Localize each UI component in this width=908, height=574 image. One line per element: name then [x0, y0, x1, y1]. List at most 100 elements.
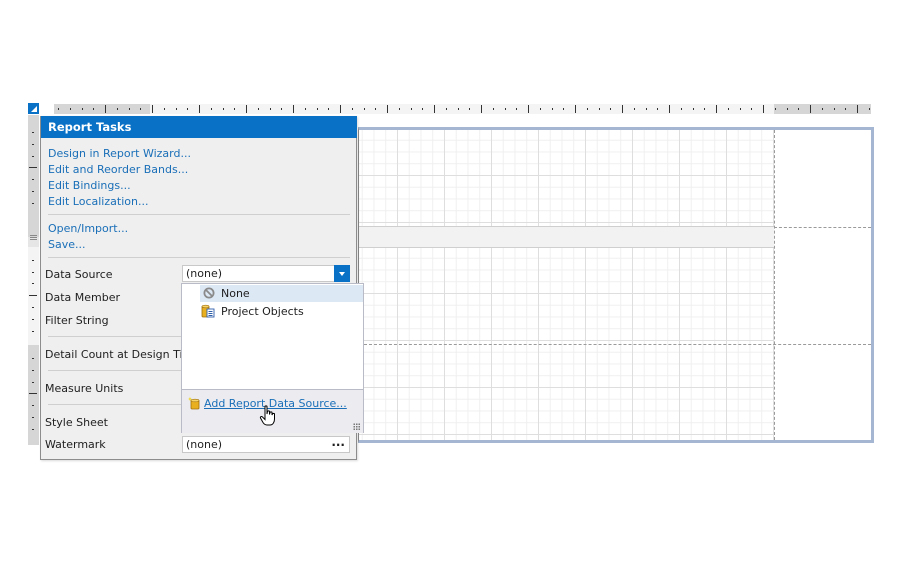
- vertical-ruler: [28, 115, 39, 445]
- ruler-tick: [234, 108, 236, 110]
- ruler-tick: [32, 179, 34, 180]
- ruler-tick: [763, 105, 764, 113]
- chevron-down-icon[interactable]: [334, 265, 350, 282]
- dropdown-item-label: None: [221, 287, 250, 300]
- ruler-tick: [469, 108, 471, 110]
- open-import-link[interactable]: Open/Import...: [48, 222, 128, 235]
- ruler-tick: [32, 382, 34, 383]
- detail-count-label: Detail Count at Design Time: [45, 348, 201, 361]
- dropdown-item-project-objects[interactable]: Project Objects: [200, 303, 363, 320]
- ruler-segment: [28, 345, 39, 445]
- ruler-tick: [704, 108, 706, 110]
- ruler-tick: [481, 105, 482, 113]
- edit-localization-link[interactable]: Edit Localization...: [48, 195, 148, 208]
- ruler-tick: [833, 108, 835, 110]
- ellipsis-button[interactable]: ...: [331, 435, 345, 449]
- ruler-tick: [269, 108, 271, 110]
- ruler-tick: [304, 108, 306, 110]
- ruler-tick: [680, 108, 682, 110]
- ruler-tick: [32, 132, 34, 133]
- ruler-tick: [32, 260, 34, 261]
- ruler-tick: [387, 105, 388, 113]
- band-grid-top[interactable]: [359, 130, 774, 226]
- ruler-tick: [821, 108, 823, 110]
- ruler-tick: [457, 108, 459, 110]
- ruler-tick: [105, 105, 106, 113]
- ruler-tick: [32, 283, 34, 284]
- data-member-label: Data Member: [45, 291, 121, 304]
- ruler-tick: [281, 108, 283, 110]
- edit-reorder-bands-link[interactable]: Edit and Reorder Bands...: [48, 163, 188, 176]
- ruler-tick: [175, 108, 177, 110]
- edit-bindings-link[interactable]: Edit Bindings...: [48, 179, 131, 192]
- band-header-strip[interactable]: [359, 226, 774, 248]
- ruler-tick: [32, 191, 34, 192]
- ruler-tick: [551, 108, 553, 110]
- ruler-tick: [516, 108, 518, 110]
- data-source-value: (none): [186, 267, 223, 280]
- ruler-tick: [857, 105, 858, 113]
- horizontal-ruler: [54, 104, 871, 114]
- data-source-combobox[interactable]: (none): [182, 265, 350, 282]
- ruler-tick: [93, 108, 95, 110]
- ruler-tick: [199, 105, 200, 113]
- ruler-tick: [32, 272, 34, 273]
- ruler-tick: [340, 105, 341, 113]
- report-design-surface[interactable]: [358, 127, 874, 443]
- ruler-tick: [692, 108, 694, 110]
- band-boundary-line: [359, 344, 871, 345]
- dropdown-item-label: Project Objects: [221, 305, 304, 318]
- ruler-tick: [645, 108, 647, 110]
- ruler-tick: [727, 108, 729, 110]
- ruler-tick: [868, 108, 870, 110]
- ruler-tick: [328, 108, 330, 110]
- ruler-tick: [210, 108, 212, 110]
- filter-string-label: Filter String: [45, 314, 109, 327]
- ruler-tick: [246, 105, 247, 113]
- ruler-tick: [69, 108, 71, 110]
- ruler-tick: [598, 108, 600, 110]
- database-icon: [201, 304, 215, 318]
- divider: [48, 257, 350, 258]
- ruler-tick: [32, 370, 34, 371]
- ruler-tick: [32, 307, 34, 308]
- ruler-tick: [492, 108, 494, 110]
- band-grip-line: [30, 237, 37, 238]
- ruler-tick: [751, 108, 753, 110]
- ruler-tick: [786, 108, 788, 110]
- ruler-tick: [32, 417, 34, 418]
- ruler-tick: [128, 108, 130, 110]
- ruler-tick: [32, 429, 34, 430]
- band-boundary-line: [774, 227, 871, 228]
- save-link[interactable]: Save...: [48, 238, 86, 251]
- ruler-tick: [575, 105, 576, 113]
- ruler-tick: [351, 108, 353, 110]
- ruler-tick: [116, 108, 118, 110]
- data-source-label: Data Source: [45, 268, 113, 281]
- ruler-tick: [410, 108, 412, 110]
- ruler-tick: [140, 108, 142, 110]
- ruler-tick: [32, 203, 34, 204]
- ruler-tick: [32, 319, 34, 320]
- resize-grip[interactable]: [353, 423, 360, 430]
- ruler-tick: [563, 108, 565, 110]
- watermark-value: (none): [186, 438, 223, 451]
- ruler-tick: [222, 108, 224, 110]
- band-grip-line: [30, 239, 37, 240]
- ruler-tick: [622, 105, 623, 113]
- ruler-tick: [29, 393, 37, 394]
- ruler-tick: [422, 108, 424, 110]
- divider: [48, 214, 350, 215]
- no-entry-icon: [203, 287, 215, 299]
- right-margin-line: [774, 130, 775, 440]
- design-in-report-wizard-link[interactable]: Design in Report Wizard...: [48, 147, 191, 160]
- watermark-field[interactable]: (none) ...: [182, 435, 350, 453]
- dropdown-item-none[interactable]: None: [200, 285, 363, 302]
- ruler-tick: [539, 108, 541, 110]
- ruler-corner-icon[interactable]: [28, 103, 39, 114]
- ruler-tick: [610, 108, 612, 110]
- ruler-tick: [293, 105, 294, 113]
- ruler-tick: [739, 108, 741, 110]
- ruler-tick: [32, 358, 34, 359]
- hand-cursor-icon: [259, 405, 275, 426]
